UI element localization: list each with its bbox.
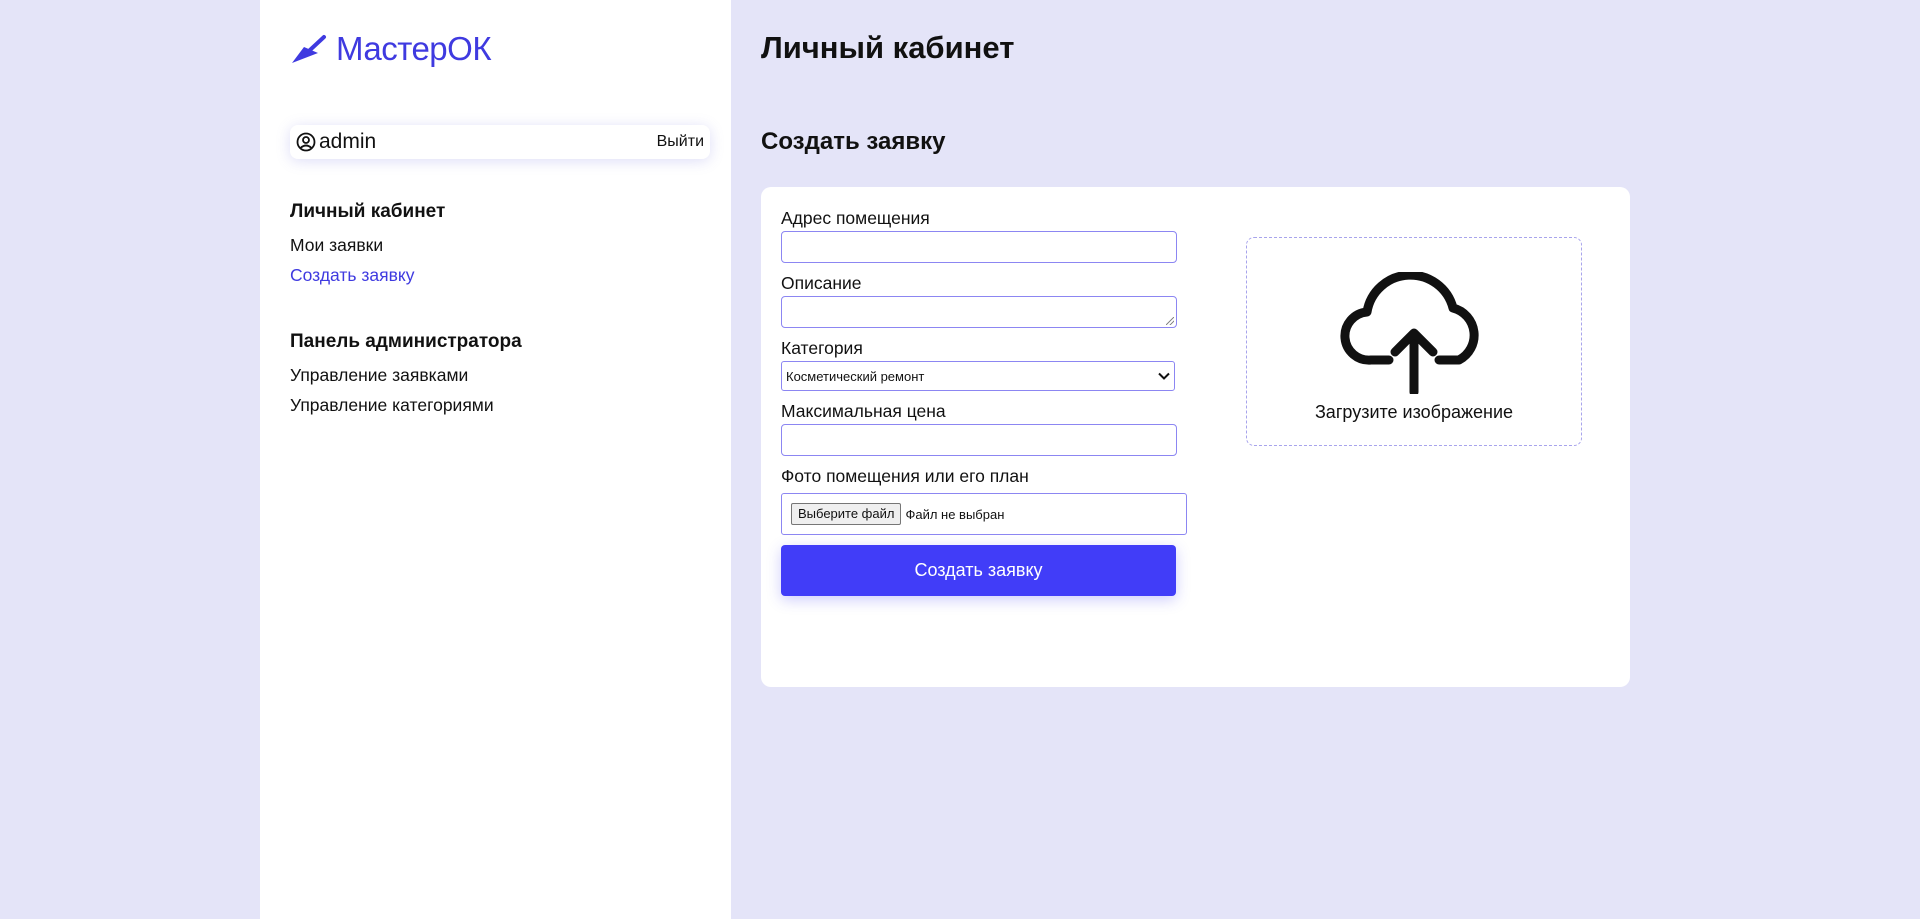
category-selected-value: Косметический ремонт	[786, 368, 925, 384]
nav-item-my-requests[interactable]: Мои заявки	[290, 235, 445, 256]
logo[interactable]: МастерОК	[290, 30, 492, 68]
cloud-upload-icon	[1340, 272, 1479, 394]
nav-item-manage-categories[interactable]: Управление категориями	[290, 395, 522, 416]
description-label: Описание	[781, 273, 862, 293]
upload-label: Загрузите изображение	[1314, 402, 1514, 422]
create-request-card: Адрес помещения Описание Категория Косме…	[761, 187, 1630, 687]
address-label: Адрес помещения	[781, 208, 930, 228]
nav-item-create-request[interactable]: Создать заявку	[290, 265, 445, 286]
resize-grip-icon[interactable]	[1166, 317, 1174, 325]
image-upload-zone[interactable]: Загрузите изображение	[1246, 237, 1582, 446]
submit-button[interactable]: Создать заявку	[781, 545, 1176, 596]
user-circle-icon	[296, 132, 316, 152]
user-panel: admin Выйти	[290, 125, 710, 159]
max-price-label: Максимальная цена	[781, 401, 946, 421]
nav-heading-admin: Панель администратора	[290, 331, 522, 352]
category-label: Категория	[781, 338, 863, 358]
section-title: Создать заявку	[761, 128, 946, 155]
chevron-down-icon	[1158, 372, 1170, 380]
nav-section-admin: Панель администратора Управление заявкам…	[290, 331, 522, 425]
brand-name: МастерОК	[336, 30, 492, 67]
photo-file-input[interactable]: Выберите файл Файл не выбран	[781, 493, 1187, 535]
nav-item-manage-requests[interactable]: Управление заявками	[290, 365, 522, 386]
description-textarea[interactable]	[781, 296, 1177, 328]
choose-file-button[interactable]: Выберите файл	[791, 503, 902, 525]
trowel-icon	[292, 35, 326, 63]
nav-section-account: Личный кабинет Мои заявки Создать заявку	[290, 201, 445, 295]
address-input[interactable]	[781, 231, 1177, 263]
create-request-form: Адрес помещения Описание Категория Косме…	[781, 208, 1187, 596]
sidebar: МастерОК admin Выйти Личный кабинет Мои …	[260, 0, 731, 919]
page-title: Личный кабинет	[761, 30, 1015, 65]
photo-label: Фото помещения или его план	[781, 466, 1029, 486]
nav-heading-account: Личный кабинет	[290, 201, 446, 222]
file-status: Файл не выбран	[905, 506, 1005, 522]
max-price-input[interactable]	[781, 424, 1177, 456]
logout-link[interactable]: Выйти	[657, 133, 704, 151]
username: admin	[319, 130, 377, 153]
category-select[interactable]: Косметический ремонт	[781, 361, 1175, 391]
